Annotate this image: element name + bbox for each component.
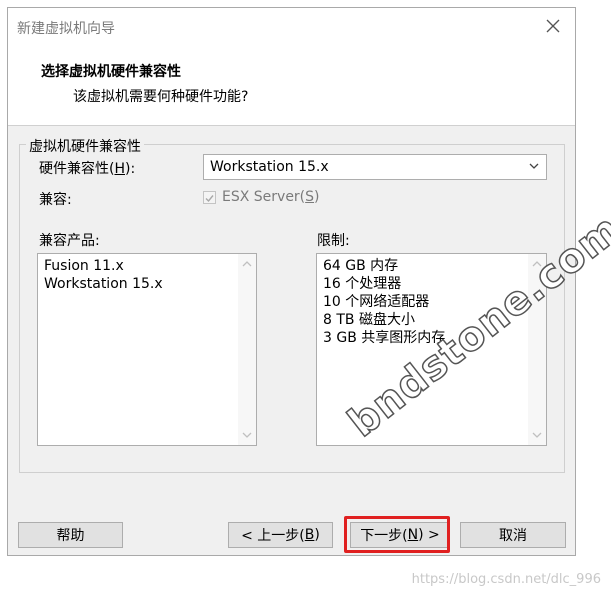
groupbox-title: 虚拟机硬件兼容性 xyxy=(26,136,144,156)
esx-server-label: ESX Server(S) xyxy=(222,189,320,205)
limits-label: 限制: xyxy=(317,233,350,249)
list-item: 64 GB 内存 xyxy=(323,258,399,274)
back-button[interactable]: < 上一步(B) xyxy=(228,522,333,548)
cancel-button[interactable]: 取消 xyxy=(460,522,566,548)
chevron-down-icon xyxy=(529,163,539,169)
header-subtitle: 该虚拟机需要何种硬件功能? xyxy=(73,89,249,105)
list-item: Fusion 11.x xyxy=(44,258,124,274)
close-icon xyxy=(546,19,560,33)
list-item: Workstation 15.x xyxy=(44,276,163,292)
scroll-up-icon[interactable] xyxy=(242,260,252,268)
scroll-down-icon[interactable] xyxy=(532,431,542,439)
header-title: 选择虚拟机硬件兼容性 xyxy=(41,64,181,80)
window-title: 新建虚拟机向导 xyxy=(17,21,115,37)
wizard-header: 选择虚拟机硬件兼容性 该虚拟机需要何种硬件功能? xyxy=(8,45,575,126)
hardware-compat-select[interactable]: Workstation 15.x xyxy=(203,154,547,180)
source-url: https://blog.csdn.net/dlc_996 xyxy=(411,572,601,587)
close-button[interactable] xyxy=(541,14,565,38)
esx-server-checkbox[interactable] xyxy=(203,191,216,204)
wizard-window: 新建虚拟机向导 选择虚拟机硬件兼容性 该虚拟机需要何种硬件功能? 虚拟机硬件兼容… xyxy=(7,7,576,556)
help-button[interactable]: 帮助 xyxy=(18,522,123,548)
next-button-highlight xyxy=(344,516,450,553)
scroll-down-icon[interactable] xyxy=(242,431,252,439)
products-scrollbar[interactable] xyxy=(238,254,256,445)
hardware-compat-value: Workstation 15.x xyxy=(210,159,329,175)
hardware-compat-label: 硬件兼容性(H): xyxy=(39,161,136,177)
title-bar: 新建虚拟机向导 xyxy=(8,8,575,45)
compat-label: 兼容: xyxy=(39,192,72,208)
checkmark-icon xyxy=(205,195,214,203)
compatible-products-list[interactable]: Fusion 11.x Workstation 15.x xyxy=(37,253,257,446)
compatible-products-label: 兼容产品: xyxy=(39,233,100,249)
